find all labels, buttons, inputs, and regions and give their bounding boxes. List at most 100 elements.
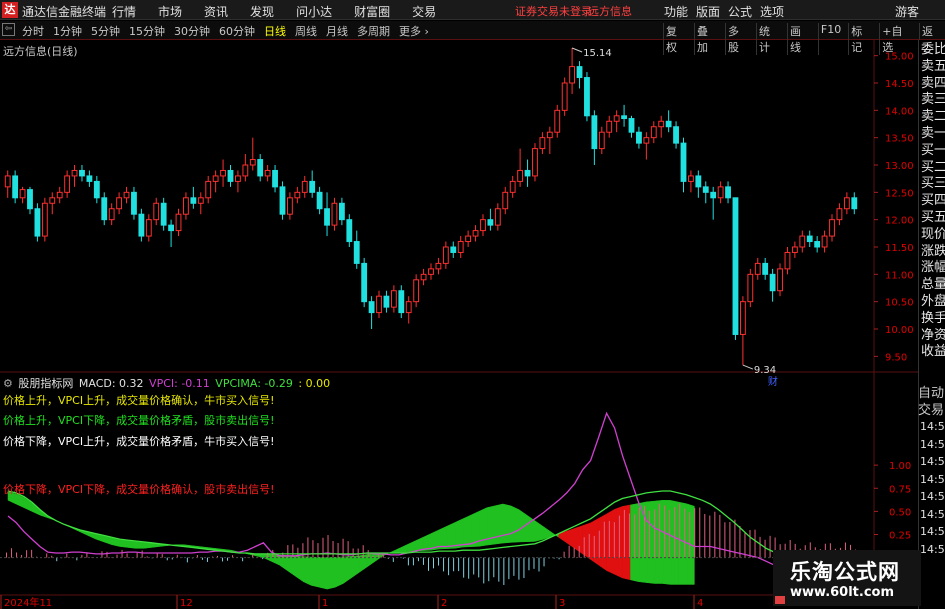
candle-body [12,175,19,199]
login-status-link[interactable]: 证券交易未登录 [515,3,592,19]
menu-item-formula[interactable]: 公式 [728,3,752,20]
candle-body [725,186,731,199]
side-label-1: 卖五 [921,58,945,74]
side-label-8: 买三 [921,176,945,192]
candle-body [220,169,226,177]
period-tab-5min[interactable]: 5分钟 [91,23,120,39]
menu-item-options[interactable]: 选项 [760,3,784,20]
candle-body [405,301,412,314]
indicator-tick-label: 0.50 [889,507,911,518]
candle-body [205,180,212,199]
candle-body [249,159,256,166]
auto-tab-line-2: 交易 [918,403,945,418]
side-label-4: 卖二 [921,109,945,125]
stock-info-link[interactable]: 远方信息 [588,3,632,19]
candle-body [777,268,783,292]
menu-item-market[interactable]: 市场 [158,3,182,20]
indicator-band-segment [143,542,152,549]
candle-body [494,208,501,226]
trade-time-4: 14:56 [920,490,945,503]
menu-item-discover[interactable]: 发现 [250,3,274,20]
candle-body [450,246,457,253]
price-tick-label: 15.00 [885,52,914,63]
period-tab-60min[interactable]: 60分钟 [219,23,255,39]
trade-time-6: 14:56 [920,525,945,538]
menu-item-trade[interactable]: 交易 [412,3,436,20]
indicator-band-segment [295,555,304,583]
candle-body [324,208,330,226]
candle-body [116,197,123,210]
candle-body [398,290,405,314]
side-label-5: 卖一 [921,126,945,141]
period-tab-weekly[interactable]: 周线 [295,23,317,39]
indicator-bands [7,491,695,590]
date-tick-label: 3 [559,598,565,609]
side-label-9: 买四 [921,193,945,209]
candle-body [286,197,293,215]
trade-time-1: 14:56 [920,437,945,451]
candle-body [576,66,583,79]
candle-body [316,191,323,210]
back-arrow-icon[interactable]: ⇦ [2,23,15,36]
candle-body [212,175,219,182]
title-bar: 达 通达信金融终端 行情 市场 资讯 发现 问小达 财富圈 交易 证券交易未登录… [0,0,945,20]
menu-item-ask[interactable]: 问小达 [296,3,332,20]
trade-time-5: 14:56 [920,507,945,521]
period-tab-monthly[interactable]: 月线 [326,23,348,39]
indicator-name[interactable]: 股朋指标网 [18,377,73,390]
menu-item-function[interactable]: 功能 [664,3,688,20]
candle-body [628,118,635,133]
indicator-gear-icon[interactable]: ⚙ [3,377,13,390]
candle-body [153,202,160,221]
period-tab-1min[interactable]: 1分钟 [53,23,82,39]
indicator-band-segment [255,553,264,558]
menu-item-wealth[interactable]: 财富圈 [354,3,390,20]
candle-body [591,115,598,150]
candle-body [361,262,368,303]
candle-body [338,202,345,221]
period-tab-15min[interactable]: 15分钟 [129,23,165,39]
candle-body [331,202,338,226]
indicator-band-segment [311,556,320,588]
low-marker-line [742,364,754,370]
indicator-band-segment [606,508,615,575]
side-label-7: 买二 [921,159,945,175]
period-tab-multi[interactable]: 多周期 [357,23,390,39]
candle-body [138,213,145,237]
side-label-18: 收益 [921,344,945,360]
price-tick-label: 11.50 [885,243,914,254]
price-tick-label: 13.00 [885,161,914,172]
guest-login-button[interactable]: 游客 [895,3,919,20]
candle-body [524,169,531,177]
candle-body [584,77,590,117]
price-tick-label: 10.50 [885,298,914,309]
date-tick-label: 2 [441,598,447,609]
candle-body [487,219,494,226]
period-tab-intraday[interactable]: 分时 [22,23,44,39]
candle-body [383,295,390,308]
candle-body [569,66,576,84]
menu-item-layout[interactable]: 版面 [696,3,720,20]
period-tab-30min[interactable]: 30分钟 [174,23,210,39]
period-tab-daily[interactable]: 日线 [264,23,286,39]
chart-grid [0,40,918,596]
indicator-band-segment [127,540,136,549]
price-markers: 15.14 9.34财 [571,47,778,388]
candle-body [131,191,137,215]
trade-time-2: 14:56 [920,455,945,468]
period-tab-more[interactable]: 更多 › [399,23,429,39]
candle-body [554,109,561,133]
menu-item-quotes[interactable]: 行情 [112,3,136,20]
chart-canvas[interactable]: 15.00 14.50 14.00 13.50 13.00 12.50 12.00 11.50… [0,40,918,609]
indicator-band-segment [614,506,623,579]
date-tick-label: 2024年11 [4,596,52,609]
candle-body [643,137,650,144]
macd-value: MACD: 0.32 [78,377,144,390]
menu-item-news[interactable]: 资讯 [204,3,228,20]
candle-body [717,186,724,199]
candlestick-series [4,48,858,366]
app-title: 通达信金融终端 [22,5,107,19]
candle-body [480,219,486,232]
auto-trade-tab[interactable]: 自动 交易 [918,385,945,419]
candle-body [613,115,620,122]
